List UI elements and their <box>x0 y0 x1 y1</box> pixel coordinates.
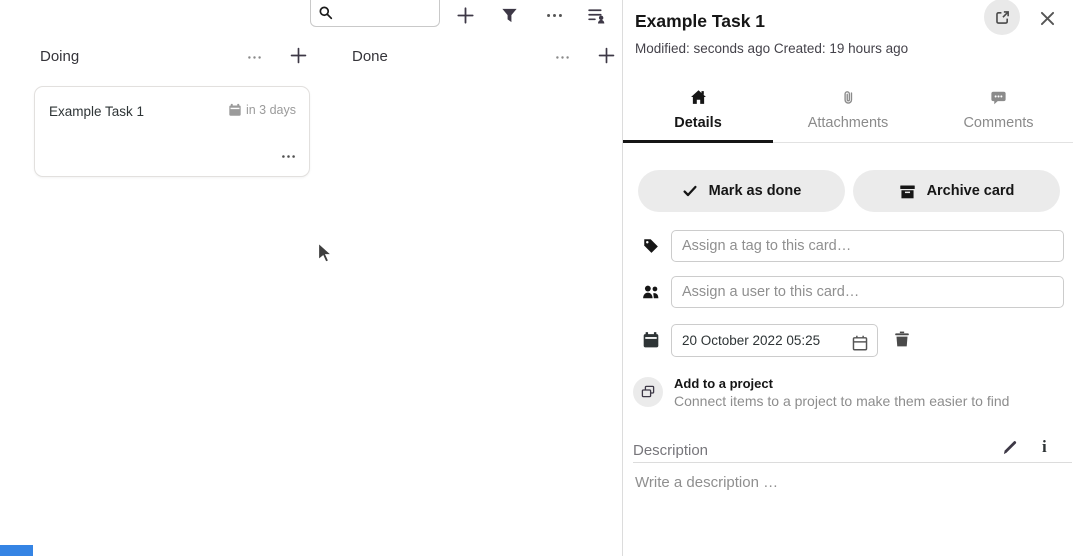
description-editor[interactable]: Write a description … <box>635 474 778 491</box>
archive-card-label: Archive card <box>927 183 1015 199</box>
due-date-field[interactable]: 20 October 2022 05:25 <box>671 324 878 357</box>
external-link-icon <box>994 9 1011 26</box>
column-done-add-button[interactable] <box>595 44 618 67</box>
more-ellipsis-icon <box>246 49 263 66</box>
mouse-cursor <box>317 242 334 264</box>
close-panel-button[interactable] <box>1036 7 1059 30</box>
panel-modified-created: Modified: seconds ago Created: 19 hours … <box>635 41 908 56</box>
plus-icon <box>456 6 475 25</box>
pencil-icon <box>1002 439 1019 456</box>
card-title: Example Task 1 <box>49 104 144 119</box>
archive-box-icon <box>899 183 916 200</box>
plus-icon <box>289 46 308 65</box>
panel-title: Example Task 1 <box>635 11 765 32</box>
trash-icon <box>893 330 911 348</box>
tab-details[interactable]: Details <box>623 84 773 142</box>
project-frames-icon <box>640 384 656 400</box>
add-to-project-subtitle: Connect items to a project to make them … <box>674 393 1009 409</box>
assign-tag-input[interactable] <box>671 230 1064 262</box>
users-icon <box>642 283 660 301</box>
mark-as-done-label: Mark as done <box>709 183 802 199</box>
tab-details-label: Details <box>674 115 722 131</box>
board-menu-button[interactable] <box>543 4 566 27</box>
filter-funnel-icon <box>501 7 518 24</box>
remove-due-date-button[interactable] <box>891 328 913 350</box>
filter-button[interactable] <box>499 5 520 26</box>
blue-panel-fragment <box>0 545 33 556</box>
comment-bubble-icon <box>990 89 1007 106</box>
assigned-filter-button[interactable] <box>585 4 608 27</box>
add-to-project-title: Add to a project <box>674 376 773 391</box>
info-icon: i <box>1042 438 1047 455</box>
edit-description-button[interactable] <box>1000 437 1021 458</box>
search-icon <box>318 5 333 20</box>
search-box[interactable] <box>310 0 440 27</box>
project-badge <box>633 377 663 407</box>
kanban-app-window: Doing Done Example Task 1 <box>0 0 1073 556</box>
calendar-outline-icon <box>851 334 869 352</box>
board-area: Doing Done Example Task 1 <box>0 0 622 556</box>
house-icon <box>690 89 707 106</box>
search-input[interactable] <box>337 1 437 18</box>
archive-card-button[interactable]: Archive card <box>853 170 1060 212</box>
mark-as-done-button[interactable]: Mark as done <box>638 170 845 212</box>
more-ellipsis-icon <box>280 148 297 165</box>
card-details-panel: Example Task 1 Modified: seconds ago Cre… <box>622 0 1073 556</box>
plus-icon <box>597 46 616 65</box>
column-doing-add-button[interactable] <box>287 44 310 67</box>
panel-tabs: Details Attachments Comments <box>623 84 1073 143</box>
card-due-badge: in 3 days <box>228 103 296 117</box>
description-divider <box>633 462 1072 463</box>
column-done-menu-button[interactable] <box>552 47 573 68</box>
add-to-project-row[interactable]: Add to a project Connect items to a proj… <box>633 377 1064 411</box>
column-title-done: Done <box>352 48 388 65</box>
open-in-window-button[interactable] <box>984 0 1020 35</box>
due-date-value: 20 October 2022 05:25 <box>682 333 820 348</box>
calendar-icon <box>642 331 660 349</box>
active-tab-underline <box>623 140 773 143</box>
assigned-list-icon <box>587 6 606 25</box>
card-menu-button[interactable] <box>278 146 299 167</box>
more-ellipsis-icon <box>554 49 571 66</box>
column-title-doing: Doing <box>40 48 79 65</box>
checkmark-icon <box>682 183 698 199</box>
tab-comments[interactable]: Comments <box>923 84 1073 142</box>
date-picker-button[interactable] <box>849 332 871 354</box>
tag-icon <box>642 237 660 255</box>
description-info-button[interactable]: i <box>1040 436 1049 457</box>
card-due-label: in 3 days <box>246 103 296 117</box>
tab-comments-label: Comments <box>963 115 1033 131</box>
calendar-icon <box>228 103 242 117</box>
task-card[interactable]: Example Task 1 in 3 days <box>34 86 310 177</box>
description-label: Description <box>633 442 708 459</box>
close-icon <box>1038 9 1057 28</box>
tab-attachments-label: Attachments <box>808 115 889 131</box>
column-doing-menu-button[interactable] <box>244 47 265 68</box>
tab-attachments[interactable]: Attachments <box>773 84 923 142</box>
paperclip-icon <box>840 89 857 106</box>
more-ellipsis-icon <box>545 6 564 25</box>
add-card-button[interactable] <box>454 4 477 27</box>
assign-user-input[interactable] <box>671 276 1064 308</box>
